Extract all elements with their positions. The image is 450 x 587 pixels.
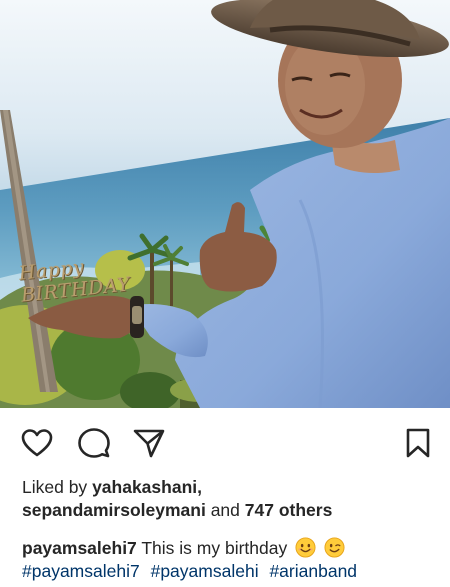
save-button[interactable] [401,426,435,460]
comment-bubble-icon [78,428,110,458]
hashtag-link[interactable]: #payamsalehi7 [22,561,140,581]
comment-button[interactable] [77,426,111,460]
post-photo[interactable]: Happy BIRTHDAY [0,0,450,408]
smiling-face-emoji-icon [295,537,316,558]
post-photo-image [0,0,450,408]
hashtag-list: #payamsalehi7 #payamsalehi #arianband [22,560,442,583]
liker-username[interactable]: sepandamirsoleymani [22,500,206,520]
hashtag-link[interactable]: #payamsalehi [151,561,259,581]
like-button[interactable] [20,426,54,460]
winking-face-emoji-icon [324,537,345,558]
caption-text: This is my birthday [141,538,288,558]
likes-prefix: Liked by [22,477,88,497]
post-caption: payamsalehi7 This is my birthday #payams… [22,537,442,583]
bookmark-icon [406,428,430,458]
heart-outline-icon [21,429,53,457]
likes-count-link[interactable]: 747 others [245,500,333,520]
caption-username[interactable]: payamsalehi7 [22,538,137,558]
cake-topper-text: Happy BIRTHDAY [17,256,132,307]
paper-plane-icon [133,429,165,458]
likes-summary: Liked by yahakashani, sepandamirsoleyman… [22,476,442,522]
liker-username[interactable]: yahakashani, [92,477,202,497]
post-action-bar [0,408,450,476]
share-button[interactable] [132,426,166,460]
likes-and: and [210,500,240,520]
hashtag-link[interactable]: #arianband [269,561,357,581]
